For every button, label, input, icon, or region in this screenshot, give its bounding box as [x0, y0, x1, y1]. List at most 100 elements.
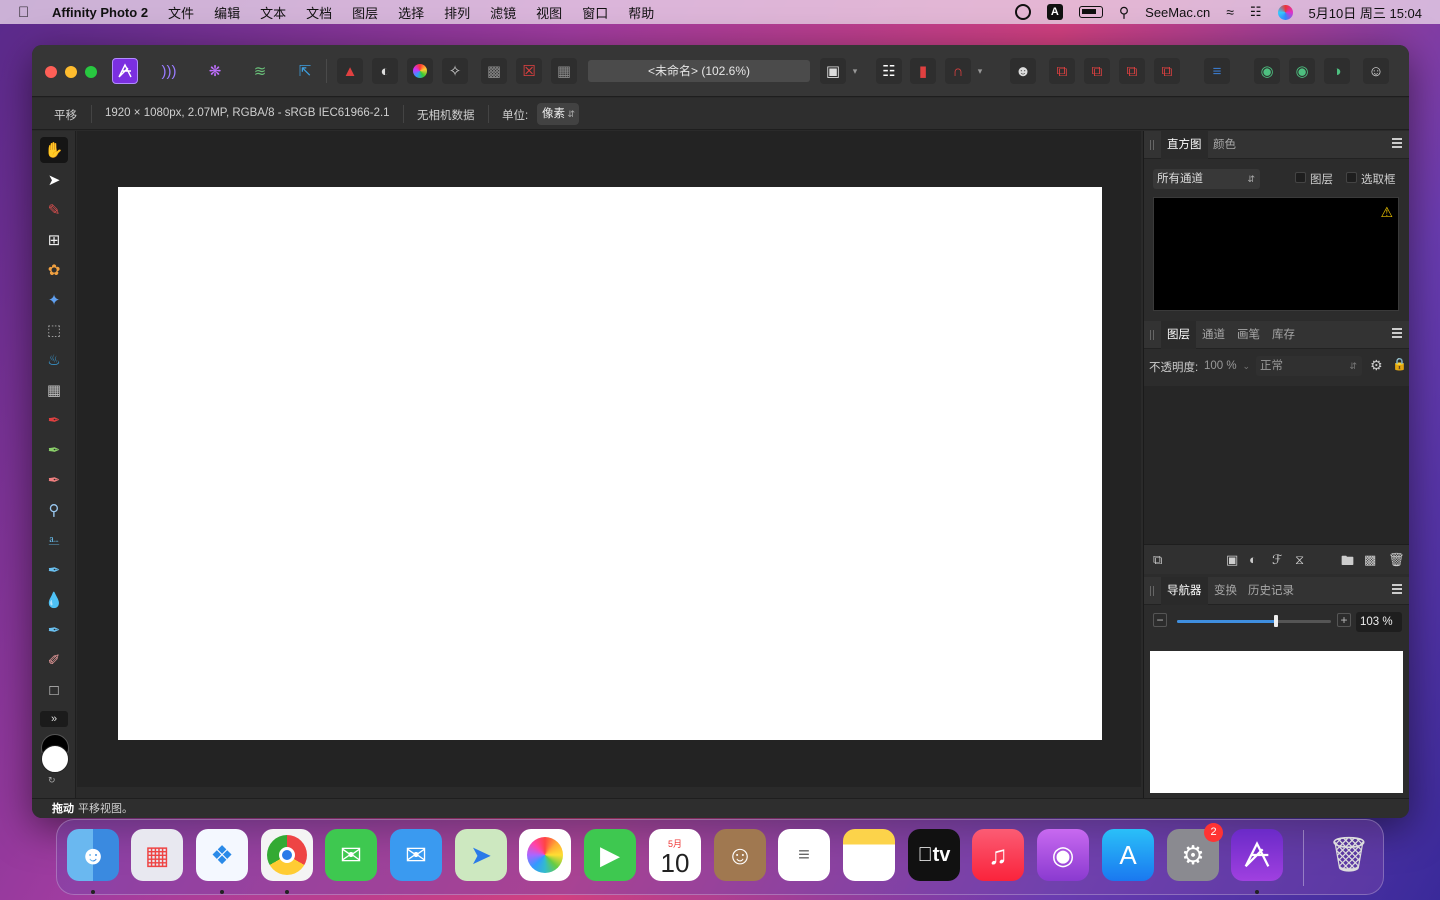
music-icon[interactable]: ♫ — [972, 829, 1024, 881]
reminders-icon[interactable]: ≡ — [778, 829, 830, 881]
snapping-icon[interactable]: ∩ — [945, 58, 971, 84]
system-preferences-icon[interactable]: ⚙ 2 — [1167, 823, 1223, 881]
spotlight-search-icon[interactable]: ⚲ — [1119, 4, 1129, 21]
adjustment-layer-icon[interactable]: ◐ — [1249, 552, 1257, 567]
focus-status-icon[interactable] — [1014, 4, 1031, 20]
erase-brush-tool-icon[interactable]: ✒ — [40, 467, 68, 493]
marquee-checkbox[interactable] — [1346, 172, 1357, 183]
selection-brush-tool-icon[interactable]: ✿ — [40, 257, 68, 283]
opacity-field[interactable]: 100 % ⌄ — [1200, 356, 1250, 376]
export-persona-icon[interactable]: ⇱ — [292, 58, 318, 84]
menu-select[interactable]: 选择 — [398, 3, 424, 22]
paint-brush-tool-icon[interactable]: ✒ — [40, 407, 68, 433]
move-forward-one-icon[interactable]: ⧉ — [1119, 58, 1145, 84]
zoom-slider-handle[interactable] — [1273, 615, 1278, 627]
move-tool-icon[interactable]: ➤ — [40, 167, 68, 193]
panel-menu-icon[interactable] — [1392, 328, 1402, 338]
close-window-button[interactable] — [45, 66, 57, 78]
assistant-icon[interactable]: ☷ — [876, 58, 902, 84]
arrange-layers-icon[interactable]: ⧉ — [1153, 552, 1162, 568]
input-source-icon[interactable]: A — [1046, 4, 1063, 20]
pen-tool-icon[interactable]: ✐ — [40, 647, 68, 673]
chrome-icon[interactable] — [261, 829, 313, 881]
tab-brushes[interactable]: 画笔 — [1231, 321, 1266, 349]
layer-checkbox[interactable] — [1295, 172, 1306, 183]
zoom-field[interactable]: 103 % — [1356, 612, 1402, 632]
add-group-folder-icon[interactable]: 🖿 — [1341, 552, 1354, 574]
control-center-icon[interactable]: ☷ — [1250, 4, 1262, 20]
document-title[interactable]: <未命名> (102.6%) — [588, 60, 810, 82]
smudge-brush-tool-icon[interactable]: ✒ — [40, 617, 68, 643]
auto-white-balance-icon[interactable]: ✧ — [442, 58, 468, 84]
layer-settings-gear-icon[interactable]: ⚙ — [1370, 357, 1383, 374]
subtract-icon[interactable]: ◉ — [1289, 58, 1315, 84]
tab-stock[interactable]: 库存 — [1266, 321, 1301, 349]
panel-grip-icon[interactable] — [1150, 140, 1154, 150]
battery-icon[interactable] — [1078, 6, 1103, 18]
minimize-window-button[interactable] — [65, 66, 77, 78]
force-pixel-alignment-icon[interactable]: ▮ — [910, 58, 936, 84]
fill-layer-icon[interactable]: ⧖ — [1295, 552, 1304, 568]
zoom-window-button[interactable] — [85, 66, 97, 78]
unit-select[interactable]: 像素 ⇵ — [537, 103, 579, 125]
liquify-persona-icon[interactable]: ))) — [156, 58, 182, 84]
lock-icon[interactable]: 🔒 — [1392, 357, 1407, 371]
menu-filters[interactable]: 滤镜 — [490, 3, 516, 22]
menu-file[interactable]: 文件 — [168, 3, 194, 22]
add-pixel-layer-icon[interactable]: ▩ — [1364, 552, 1376, 568]
channel-select[interactable]: 所有通道 ⇵ — [1153, 169, 1260, 189]
selection-mode-icon[interactable]: ▩ — [481, 58, 507, 84]
flood-select-tool-icon[interactable]: ✦ — [40, 287, 68, 313]
invert-selection-icon[interactable]: ▦ — [551, 58, 577, 84]
apple-tv-icon[interactable]: tv — [908, 829, 960, 881]
tab-transform[interactable]: 变换 — [1208, 577, 1243, 605]
safari-icon[interactable]: ❖ — [196, 829, 248, 881]
menubar-clock[interactable]: 5月10日 周三 15:04 — [1309, 3, 1422, 22]
move-to-front-icon[interactable]: ⧉ — [1154, 58, 1180, 84]
launchpad-icon[interactable]: ▦ — [131, 829, 183, 881]
move-back-one-icon[interactable]: ⧉ — [1084, 58, 1110, 84]
zoom-slider[interactable] — [1177, 615, 1331, 627]
deselect-icon[interactable]: ☒ — [516, 58, 542, 84]
zoom-out-icon[interactable]: − — [1153, 613, 1167, 627]
menu-document[interactable]: 文档 — [306, 3, 332, 22]
maps-icon[interactable]: ➤ — [455, 829, 507, 881]
align-icon[interactable]: ≡ — [1204, 58, 1230, 84]
contacts-icon[interactable]: ☺ — [714, 829, 766, 881]
wifi-icon[interactable]: ≈ — [1226, 4, 1234, 20]
photo-persona-icon[interactable] — [112, 58, 138, 84]
delete-layer-trash-icon[interactable]: 🗑 — [1388, 552, 1405, 568]
more-tools-chevron-icon[interactable]: » — [40, 711, 68, 727]
zoom-in-icon[interactable]: + — [1337, 613, 1351, 627]
document-canvas[interactable] — [118, 187, 1102, 740]
auto-colors-icon[interactable] — [407, 58, 433, 84]
trash-icon[interactable]: 🗑 — [1323, 829, 1375, 881]
mask-layer-icon[interactable]: ▣ — [1226, 552, 1238, 568]
blur-brush-tool-icon[interactable]: 💧 — [40, 587, 68, 613]
facetime-icon[interactable]: ▶ — [584, 829, 636, 881]
color-picker-tool-icon[interactable]: ✎ — [40, 197, 68, 223]
tab-histogram[interactable]: 直方图 — [1161, 131, 1208, 159]
tab-layers[interactable]: 图层 — [1161, 321, 1196, 349]
photos-icon[interactable] — [519, 829, 571, 881]
account-icon[interactable]: ☺ — [1363, 58, 1389, 84]
tab-channels[interactable]: 通道 — [1196, 321, 1231, 349]
navigator-preview[interactable] — [1150, 651, 1403, 793]
finder-icon[interactable]: ☻ — [67, 829, 119, 881]
menu-view[interactable]: 视图 — [536, 3, 562, 22]
affinity-photo-icon[interactable] — [1231, 829, 1283, 881]
auto-contrast-icon[interactable]: ◐ — [372, 58, 398, 84]
blend-mode-select[interactable]: 正常 ⇵ — [1256, 356, 1362, 376]
move-to-back-icon[interactable]: ⧉ — [1049, 58, 1075, 84]
tab-history[interactable]: 历史记录 — [1242, 577, 1300, 605]
snapping-dropdown-icon[interactable]: ▾ — [973, 58, 987, 84]
primary-color-swatch[interactable] — [41, 745, 69, 773]
add-icon[interactable]: ◉ — [1254, 58, 1280, 84]
podcasts-icon[interactable]: ◉ — [1037, 829, 1089, 881]
tone-mapping-persona-icon[interactable]: ≋ — [247, 58, 273, 84]
app-store-icon[interactable]: A — [1102, 829, 1154, 881]
menu-arrange[interactable]: 排列 — [444, 3, 470, 22]
develop-persona-icon[interactable]: ❋ — [202, 58, 228, 84]
flood-fill-tool-icon[interactable]: ♨ — [40, 347, 68, 373]
menu-help[interactable]: 帮助 — [628, 3, 654, 22]
